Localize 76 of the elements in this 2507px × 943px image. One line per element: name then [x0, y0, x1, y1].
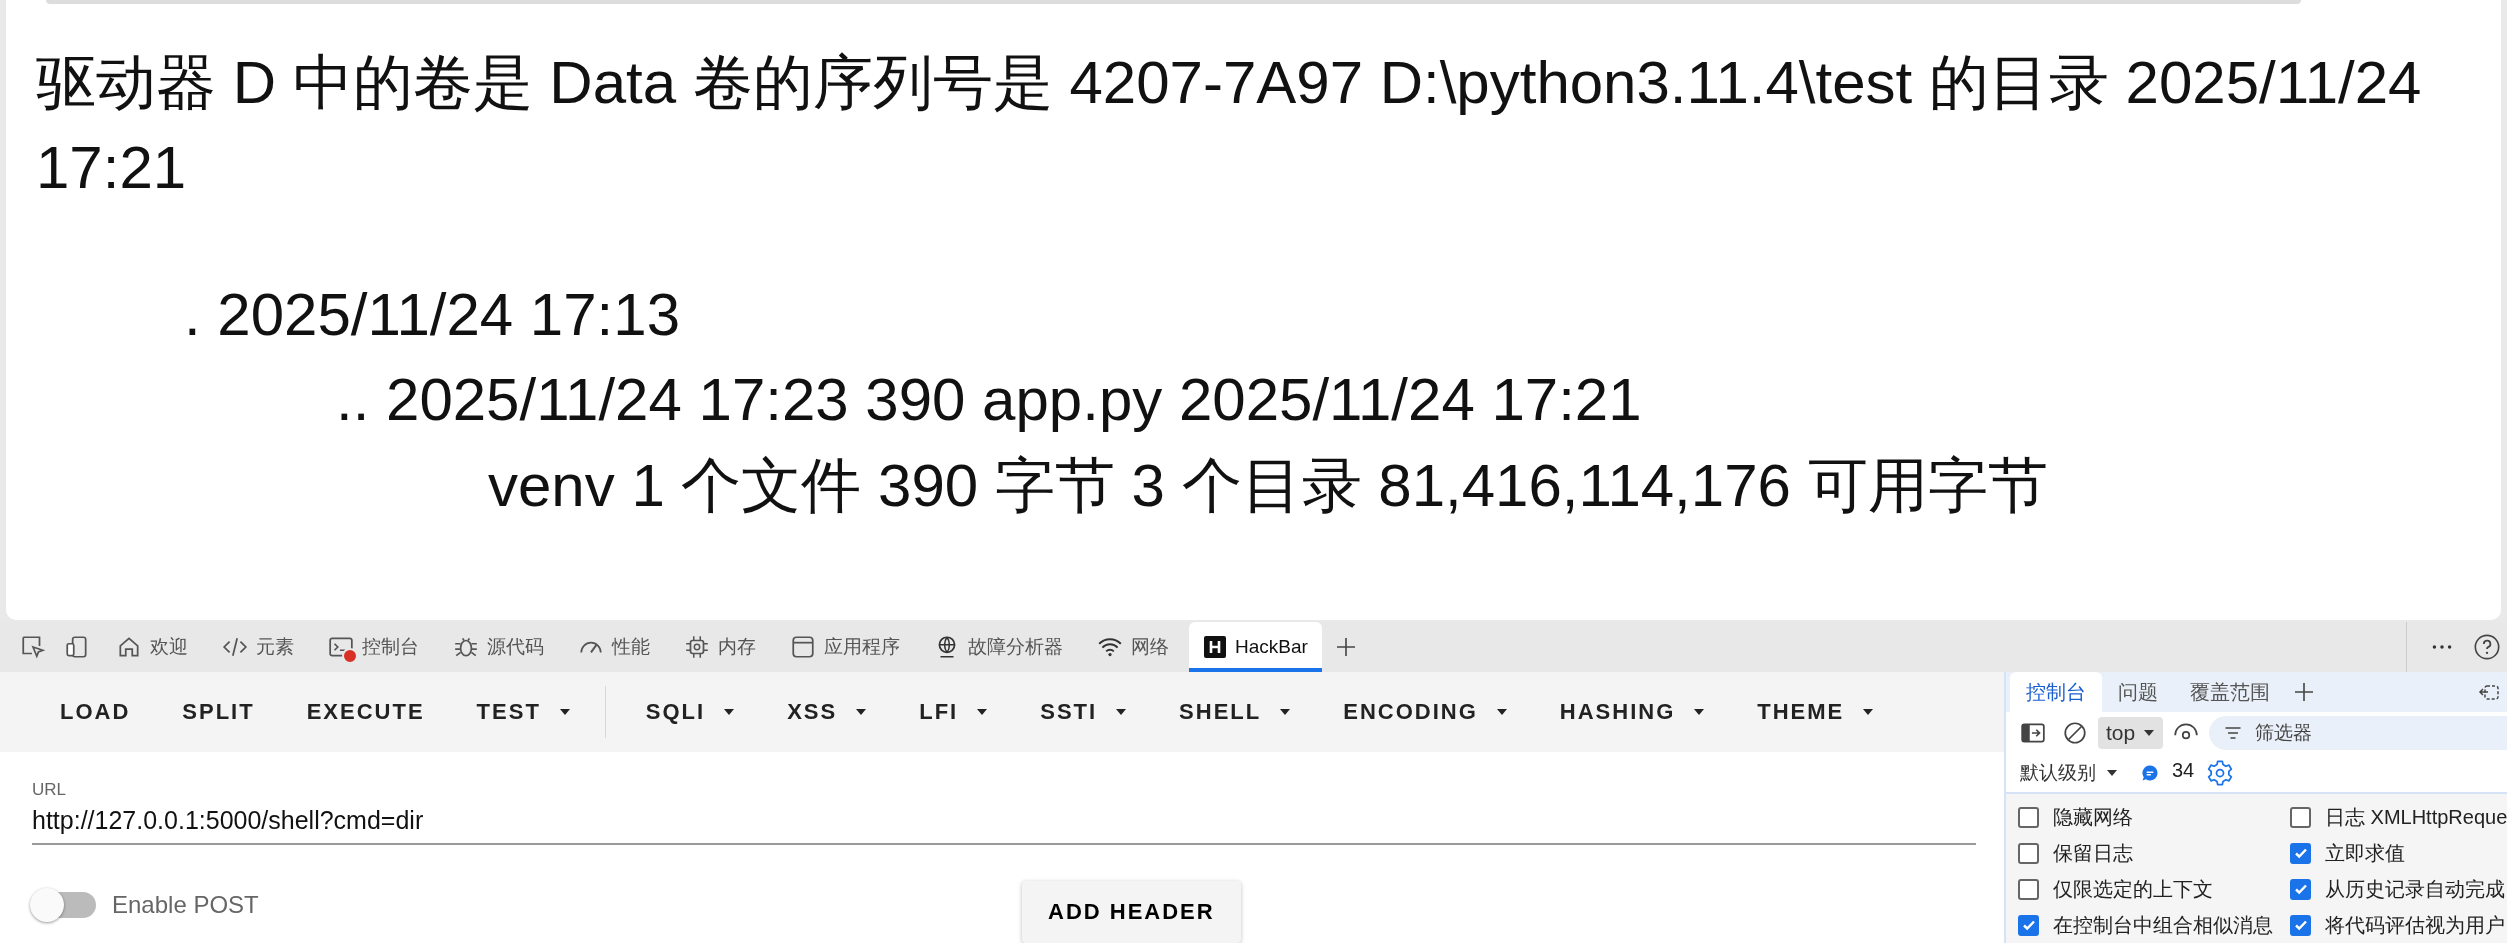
option-label: 仅限选定的上下文: [2053, 876, 2213, 902]
option-label: 隐藏网络: [2053, 804, 2133, 830]
option-label: 将代码评估视为用户: [2325, 912, 2505, 938]
help-icon[interactable]: [2473, 633, 2501, 661]
hackbar-menu-button[interactable]: SPLIT: [156, 691, 281, 733]
hackbar-menu-button[interactable]: THEME: [1731, 691, 1901, 733]
checkbox[interactable]: [2290, 878, 2311, 900]
devtools-tab[interactable]: 内存: [670, 622, 770, 672]
h-logo-icon: [1203, 635, 1227, 659]
caret-icon: [855, 708, 868, 716]
inspect-icon[interactable]: [20, 634, 46, 660]
clear-icon[interactable]: [2062, 720, 2088, 746]
caret-icon: [976, 708, 989, 716]
listing-text: .. 2025/11/24 17:23 390 app.py 2025/11/24 17:21: [336, 365, 1642, 435]
option-label: 保留日志: [2053, 840, 2133, 866]
hackbar-menu-button[interactable]: EXECUTE: [280, 691, 451, 733]
hackbar-menu-button[interactable]: SQLI: [619, 691, 762, 733]
hackbar-menu-button[interactable]: LFI: [893, 691, 1015, 733]
terminal-icon: [328, 634, 354, 660]
checkbox[interactable]: [2018, 914, 2039, 936]
directory-header-text: 驱动器 D 中的卷是 Data 卷的序列号是 4207-7A97 D:\python3.11.4\test 的目录 2025/11/24: [36, 48, 2422, 118]
caret-icon: [1279, 708, 1292, 716]
hackbar-menu-button[interactable]: SHELL: [1153, 691, 1318, 733]
caret-icon: [2143, 729, 2156, 737]
caret-icon: [558, 708, 571, 716]
context-dropdown[interactable]: top: [2098, 717, 2164, 749]
checkbox[interactable]: [2018, 878, 2039, 900]
caret-icon: [1862, 708, 1875, 716]
caret-icon: [1115, 708, 1128, 716]
add-header-button[interactable]: ADD HEADER: [1022, 881, 1241, 943]
devtools-tab[interactable]: 元素: [208, 622, 308, 672]
sidebar-icon[interactable]: [2020, 720, 2046, 746]
devtools-tab[interactable]: 应用程序: [776, 622, 914, 672]
hackbar-menu-button[interactable]: XSS: [761, 691, 894, 733]
option-label: 立即求值: [2325, 840, 2405, 866]
devtools-tab[interactable]: 性能: [564, 622, 664, 672]
checkbox[interactable]: [2290, 806, 2311, 828]
chip-icon: [684, 634, 710, 660]
devtools-tab[interactable]: 欢迎: [102, 622, 202, 672]
hackbar-menu-button[interactable]: ENCODING: [1317, 691, 1534, 733]
devtools-tab[interactable]: HackBar: [1189, 622, 1322, 672]
devtools-tab[interactable]: 网络: [1083, 622, 1183, 672]
level-dropdown[interactable]: 默认级别: [2020, 760, 2118, 786]
devtools-tab[interactable]: 控制台: [314, 622, 433, 672]
settings-icon[interactable]: [2206, 759, 2235, 787]
caret-icon: [1693, 708, 1706, 716]
checkbox[interactable]: [2290, 914, 2311, 936]
caret-icon: [723, 708, 736, 716]
console-tab[interactable]: 覆盖范围: [2174, 672, 2286, 712]
add-tab-icon[interactable]: [2292, 680, 2316, 704]
hackbar-menu-button[interactable]: SSTI: [1014, 691, 1154, 733]
option-label: 从历史记录自动完成: [2325, 876, 2505, 902]
hackbar-menu-button[interactable]: LOAD: [34, 691, 157, 733]
checkbox[interactable]: [2018, 842, 2039, 864]
devtools-tab[interactable]: 源代码: [439, 622, 558, 672]
window-icon: [790, 634, 816, 660]
hackbar-menu-button[interactable]: HASHING: [1533, 691, 1732, 733]
toggle-label: Enable POST: [112, 891, 259, 919]
caret-icon: [1495, 708, 1508, 716]
checkbox[interactable]: [2290, 842, 2311, 864]
filter-field[interactable]: 筛选器: [2209, 716, 2507, 750]
option-label: 日志 XMLHttpReque: [2325, 804, 2507, 830]
listing-text: venv 1 个文件 390 字节 3 个目录 81,416,114,176 可用字节: [488, 451, 2048, 521]
option-label: 在控制台中组合相似消息: [2053, 912, 2273, 938]
url-field[interactable]: URL http://127.0.0.1:5000/shell?cmd=dir: [32, 780, 1976, 845]
hackbar-menu-button[interactable]: TEST: [450, 691, 597, 733]
caret-icon: [2106, 769, 2118, 777]
directory-header-text: 17:21: [36, 133, 187, 203]
console-tab[interactable]: 控制台: [2010, 672, 2102, 712]
listing-text: . 2025/11/24 17:13: [184, 280, 680, 350]
devtools-tab[interactable]: 故障分析器: [920, 622, 1077, 672]
device-icon[interactable]: [64, 634, 90, 660]
console-tab[interactable]: 问题: [2102, 672, 2174, 712]
message-icon: [2140, 763, 2160, 783]
message-count: 34: [2172, 758, 2195, 782]
checkbox[interactable]: [2018, 806, 2039, 828]
